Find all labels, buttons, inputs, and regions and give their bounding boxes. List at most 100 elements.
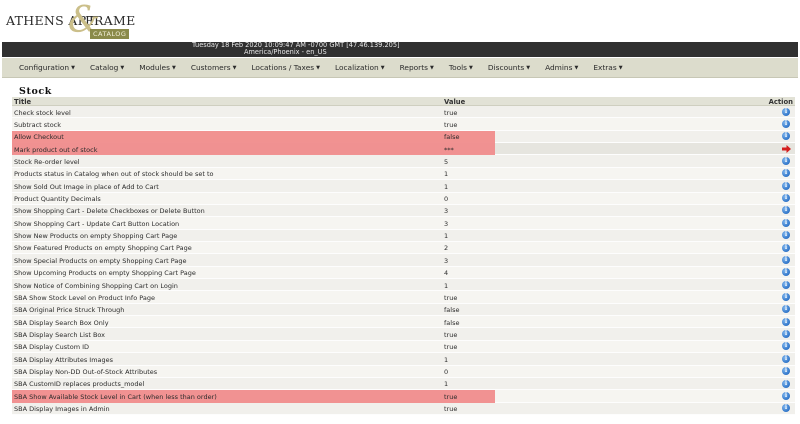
table-row[interactable]: Check stock level true i: [12, 106, 795, 119]
caret-down-icon: ▼: [526, 65, 531, 71]
nav-item-customers[interactable]: Customers ▼: [191, 63, 237, 72]
caret-down-icon: ▼: [71, 65, 75, 71]
info-icon[interactable]: i: [782, 330, 790, 339]
info-icon[interactable]: i: [782, 317, 790, 326]
table-row[interactable]: Show Sold Out Image in place of Add to C…: [12, 180, 795, 193]
info-icon[interactable]: i: [782, 391, 790, 400]
nav-item-admins[interactable]: Admins ▼: [545, 63, 578, 72]
info-icon-glyph: i: [782, 157, 790, 166]
nav-item-label: Discounts: [487, 63, 525, 72]
info-icon[interactable]: i: [782, 107, 790, 116]
info-icon[interactable]: i: [782, 231, 790, 240]
row-value: 1: [444, 355, 449, 364]
table-row[interactable]: Stock Re-order level 5 i: [12, 155, 795, 168]
info-icon[interactable]: i: [782, 354, 790, 363]
row-title: SBA Display Non-DD Out-of-Stock Attribut…: [14, 368, 158, 377]
info-icon[interactable]: i: [782, 367, 790, 376]
info-icon[interactable]: i: [782, 342, 790, 351]
info-icon[interactable]: i: [782, 305, 790, 314]
row-value: true: [444, 120, 458, 129]
nav-item-localization[interactable]: Localization ▼: [335, 63, 385, 72]
table-row[interactable]: SBA Display Images in Admin true i: [12, 402, 795, 415]
row-title: Subtract stock: [14, 120, 62, 129]
main-nav: Configuration ▼ Catalog ▼ Modules ▼ Customers ▼…: [2, 58, 798, 78]
table-row[interactable]: Show Shopping Cart - Delete Checkboxes o…: [12, 204, 795, 218]
info-icon[interactable]: i: [782, 119, 790, 128]
row-title: SBA Show Available Stock Level in Cart (…: [14, 392, 217, 401]
nav-item-label: Tools: [448, 63, 468, 72]
table-row[interactable]: Show Notice of Combining Shopping Cart o…: [12, 279, 795, 292]
nav-item-configuration[interactable]: Configuration ▼: [19, 63, 75, 72]
info-icon[interactable]: i: [782, 206, 790, 215]
table-row[interactable]: Show New Products on empty Shopping Cart…: [12, 229, 795, 242]
table-row[interactable]: SBA Show Available Stock Level in Cart (…: [12, 390, 795, 403]
info-icon[interactable]: i: [782, 169, 790, 178]
info-icon[interactable]: i: [782, 292, 790, 301]
row-value: 1: [444, 380, 449, 389]
table-row[interactable]: Show Featured Products on empty Shopping…: [12, 241, 795, 255]
row-value: false: [444, 318, 460, 327]
arrow-right-icon[interactable]: [782, 144, 791, 153]
table-row[interactable]: SBA Display Search Box Only false i: [12, 316, 795, 329]
caret-down-icon: ▼: [232, 65, 237, 71]
info-icon[interactable]: i: [782, 243, 790, 252]
info-icon[interactable]: i: [782, 132, 790, 141]
info-icon[interactable]: i: [782, 280, 790, 289]
table-row[interactable]: Show Upcoming Products on empty Shopping…: [12, 266, 795, 280]
row-title: SBA Original Price Struck Through: [14, 306, 125, 315]
site-logo[interactable]: ATHENS ART FRAME & CATALOG: [6, 3, 136, 40]
info-icon[interactable]: i: [782, 218, 790, 227]
config-table: Title Value Action Check stock level true…: [12, 97, 795, 415]
info-icon-glyph: i: [782, 404, 790, 413]
header-bar: Tuesday 18 Feb 2020 10:09:47 AM -0700 GM…: [2, 41, 798, 57]
table-row[interactable]: Products status in Catalog when out of s…: [12, 167, 795, 181]
nav-item-catalog[interactable]: Catalog ▼: [90, 63, 124, 72]
row-title: Show New Products on empty Shopping Cart…: [14, 232, 178, 241]
table-row[interactable]: SBA Display Custom ID true i: [12, 340, 795, 354]
info-icon[interactable]: i: [782, 268, 790, 277]
nav-item-label: Localization: [334, 63, 379, 72]
table-row[interactable]: Show Special Products on empty Shopping …: [12, 254, 795, 267]
nav-item-modules[interactable]: Modules ▼: [139, 63, 176, 72]
table-row[interactable]: Product Quantity Decimals 0 i: [12, 192, 795, 205]
arrow-right-icon-shape: [782, 144, 791, 153]
caret-down-icon: ▼: [469, 65, 473, 71]
header-action: Action: [768, 97, 793, 106]
info-icon[interactable]: i: [782, 379, 790, 388]
row-value: 3: [444, 219, 449, 228]
nav-item-extras[interactable]: Extras ▼: [593, 63, 622, 72]
info-icon[interactable]: i: [782, 404, 790, 413]
table-row[interactable]: Subtract stock true i: [12, 118, 795, 131]
nav-item-discounts[interactable]: Discounts ▼: [488, 63, 530, 72]
nav-item-label: Modules: [139, 63, 170, 72]
table-row[interactable]: SBA Display Non-DD Out-of-Stock Attribut…: [12, 365, 795, 378]
logo-badge: CATALOG: [90, 29, 130, 39]
row-title: Allow Checkout: [14, 133, 64, 142]
nav-item-reports[interactable]: Reports ▼: [400, 63, 434, 72]
caret-down-icon: ▼: [120, 65, 125, 71]
info-icon-glyph: i: [782, 218, 790, 227]
info-icon-glyph: i: [782, 305, 790, 314]
nav-item-tools[interactable]: Tools ▼: [449, 63, 473, 72]
table-row[interactable]: SBA Display Search List Box true i: [12, 328, 795, 341]
info-icon[interactable]: i: [782, 194, 790, 203]
row-title: SBA CustomID replaces products_model: [14, 380, 145, 389]
table-row[interactable]: Mark product out of stock ***: [12, 143, 795, 156]
table-row[interactable]: SBA Show Stock Level on Product Info Pag…: [12, 291, 795, 304]
row-title: SBA Display Attributes Images: [14, 355, 114, 364]
info-icon-glyph: i: [782, 342, 790, 351]
info-icon[interactable]: i: [782, 181, 790, 190]
table-row[interactable]: Show Shopping Cart - Update Cart Button …: [12, 217, 795, 230]
info-icon[interactable]: i: [782, 157, 790, 166]
table-row[interactable]: SBA Original Price Struck Through false i: [12, 303, 795, 317]
nav-item-locations-taxes[interactable]: Locations / Taxes ▼: [251, 63, 320, 72]
row-title: Show Upcoming Products on empty Shopping…: [14, 269, 196, 278]
row-title: SBA Display Search List Box: [14, 330, 106, 339]
info-icon[interactable]: i: [782, 255, 790, 264]
table-row[interactable]: SBA Display Attributes Images 1 i: [12, 353, 795, 366]
info-icon-glyph: i: [782, 330, 790, 339]
nav-item-label: Extras: [593, 63, 617, 72]
table-row[interactable]: Allow Checkout false i: [12, 130, 795, 144]
table-row[interactable]: SBA CustomID replaces products_model 1 i: [12, 377, 795, 391]
row-value: 2: [444, 244, 449, 253]
